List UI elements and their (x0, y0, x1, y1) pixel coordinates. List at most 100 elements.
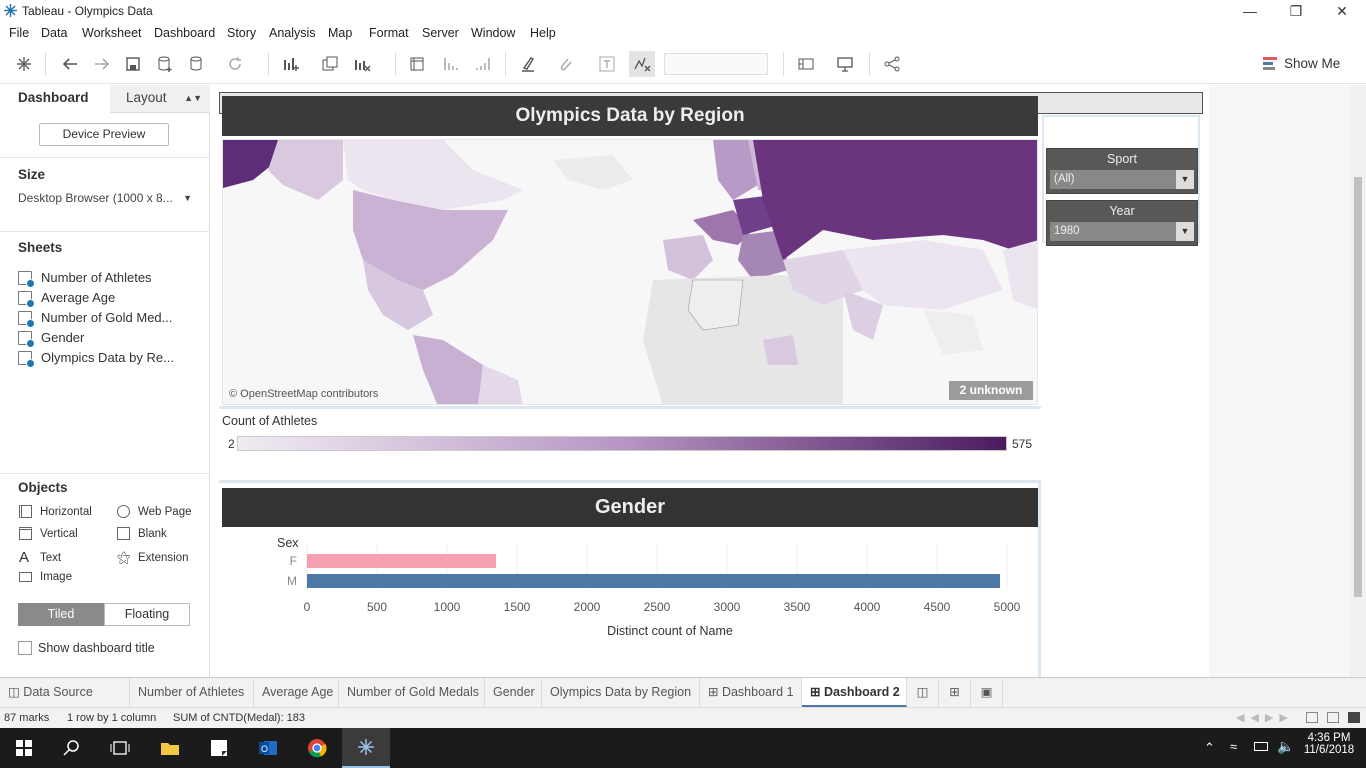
menu-help[interactable]: Help (530, 26, 556, 40)
tab-layout[interactable]: Layout ▲▼ (110, 85, 210, 113)
tab-data-source[interactable]: ◫ Data Source (0, 678, 130, 707)
chrome-icon[interactable] (293, 728, 341, 768)
battery-icon[interactable] (1254, 742, 1268, 751)
sort-ascending-icon[interactable] (440, 54, 460, 74)
tab-dashboard-2[interactable]: ⊞ Dashboard 2 (802, 678, 907, 707)
tiled-button[interactable]: Tiled (18, 603, 104, 626)
presentation-mode-icon[interactable] (835, 54, 855, 74)
search-icon[interactable] (48, 728, 96, 768)
sheet-item[interactable]: Average Age (18, 290, 116, 308)
highlight-icon[interactable] (518, 54, 538, 74)
tabs-view-icon[interactable] (1348, 712, 1360, 723)
close-button[interactable]: ✕ (1319, 0, 1365, 22)
tab-olympics-data-by-region[interactable]: Olympics Data by Region (542, 678, 700, 707)
outlook-icon[interactable]: O (244, 728, 292, 768)
tableau-home-icon[interactable] (14, 54, 34, 74)
volume-mute-icon[interactable]: 🔈 (1277, 738, 1294, 755)
group-members-icon[interactable] (556, 54, 576, 74)
tab-dashboard[interactable]: Dashboard (0, 85, 110, 113)
tableau-taskbar-icon[interactable] (342, 728, 390, 768)
sheet-label: Average Age (41, 290, 116, 305)
tray-chevron-up-icon[interactable]: ⌃ (1204, 740, 1215, 756)
menu-story[interactable]: Story (227, 26, 256, 40)
sheet-sorter-icon[interactable] (1327, 712, 1339, 723)
save-icon[interactable] (123, 54, 143, 74)
sheet-item[interactable]: Number of Athletes (18, 270, 152, 288)
clock[interactable]: 4:36 PM 11/6/2018 (1303, 732, 1355, 756)
menu-map[interactable]: Map (328, 26, 352, 40)
chevron-down-icon: ▼ (183, 193, 192, 203)
tab-gender[interactable]: Gender (485, 678, 542, 707)
menu-data[interactable]: Data (41, 26, 67, 40)
new-worksheet-tab-icon[interactable]: ◫ (907, 678, 939, 707)
sheet-item[interactable]: Number of Gold Med... (18, 310, 173, 328)
year-filter-dropdown[interactable]: 1980 ▼ (1050, 222, 1194, 241)
color-legend-ramp[interactable] (237, 436, 1007, 451)
show-mark-labels-icon[interactable] (597, 54, 617, 74)
sort-descending-icon[interactable] (472, 54, 492, 74)
sticky-notes-icon[interactable] (195, 728, 243, 768)
text-icon: A (19, 549, 30, 566)
size-dropdown[interactable]: Desktop Browser (1000 x 8... ▼ (18, 191, 192, 205)
menu-window[interactable]: Window (471, 26, 515, 40)
tab-number-of-athletes[interactable]: Number of Athletes (130, 678, 254, 707)
pause-updates-icon[interactable] (187, 54, 207, 74)
object-extension[interactable]: ⚝ Extension (117, 549, 189, 566)
show-title-checkbox[interactable] (18, 641, 32, 655)
worksheet-icon (18, 290, 35, 308)
restore-button[interactable]: ❐ (1273, 0, 1319, 22)
chevron-down-icon: ▼ (1176, 170, 1194, 189)
unknown-indicator[interactable]: 2 unknown (949, 381, 1033, 400)
filmstrip-view-icon[interactable] (1306, 712, 1318, 723)
sheet-nav-icon[interactable]: ◀◀▶▶ (1236, 711, 1294, 724)
sport-filter-dropdown[interactable]: (All) ▼ (1050, 170, 1194, 189)
menu-file[interactable]: File (9, 26, 29, 40)
new-dashboard-tab-icon[interactable]: ⊞ (939, 678, 971, 707)
x-axis-title: Distinct count of Name (607, 624, 733, 638)
region-map[interactable]: © OpenStreetMap contributors 2 unknown (222, 139, 1038, 405)
windows-start-icon[interactable] (0, 728, 48, 768)
swap-rows-columns-icon[interactable] (407, 54, 427, 74)
vertical-scrollbar[interactable] (1350, 85, 1366, 677)
duplicate-sheet-icon[interactable] (320, 54, 340, 74)
scrollbar-thumb[interactable] (1354, 177, 1362, 597)
fit-dropdown[interactable] (664, 53, 768, 75)
category-label: F (290, 554, 297, 568)
object-label: Extension (138, 551, 189, 564)
object-horizontal[interactable]: Horizontal (19, 505, 92, 518)
minimize-button[interactable]: — (1227, 0, 1273, 22)
tab-dashboard-1[interactable]: ⊞ Dashboard 1 (700, 678, 802, 707)
tab-average-age[interactable]: Average Age (254, 678, 339, 707)
clear-sheet-icon[interactable] (352, 54, 372, 74)
tab-number-of-gold-medals[interactable]: Number of Gold Medals (339, 678, 485, 707)
floating-button[interactable]: Floating (104, 603, 190, 626)
blank-icon (117, 527, 130, 540)
menu-format[interactable]: Format (369, 26, 409, 40)
fix-axes-icon[interactable] (629, 51, 655, 77)
new-data-source-icon[interactable] (155, 54, 175, 74)
redo-icon[interactable] (92, 54, 112, 74)
device-preview-button[interactable]: Device Preview (39, 123, 169, 146)
wifi-icon[interactable]: ≈ (1230, 739, 1237, 754)
menu-worksheet[interactable]: Worksheet (82, 26, 142, 40)
sheet-item[interactable]: Gender (18, 330, 84, 348)
share-icon[interactable] (882, 54, 902, 74)
object-text[interactable]: A Text (19, 549, 61, 566)
menu-server[interactable]: Server (422, 26, 459, 40)
task-view-icon[interactable] (96, 728, 144, 768)
sheet-item[interactable]: Olympics Data by Re... (18, 350, 174, 368)
object-image[interactable]: Image (19, 571, 72, 583)
object-web-page[interactable]: Web Page (117, 505, 192, 518)
object-vertical[interactable]: Vertical (19, 527, 78, 540)
new-worksheet-icon[interactable] (281, 54, 301, 74)
show-cards-icon[interactable] (796, 54, 816, 74)
refresh-icon[interactable] (225, 54, 245, 74)
file-explorer-icon[interactable] (146, 728, 194, 768)
menu-dashboard[interactable]: Dashboard (154, 26, 215, 40)
show-me-button[interactable]: Show Me (1262, 55, 1340, 71)
undo-icon[interactable] (60, 54, 80, 74)
menu-analysis[interactable]: Analysis (269, 26, 316, 40)
new-story-tab-icon[interactable]: ▣ (971, 678, 1003, 707)
object-blank[interactable]: Blank (117, 527, 167, 540)
status-rows: 1 row by 1 column (67, 712, 157, 724)
